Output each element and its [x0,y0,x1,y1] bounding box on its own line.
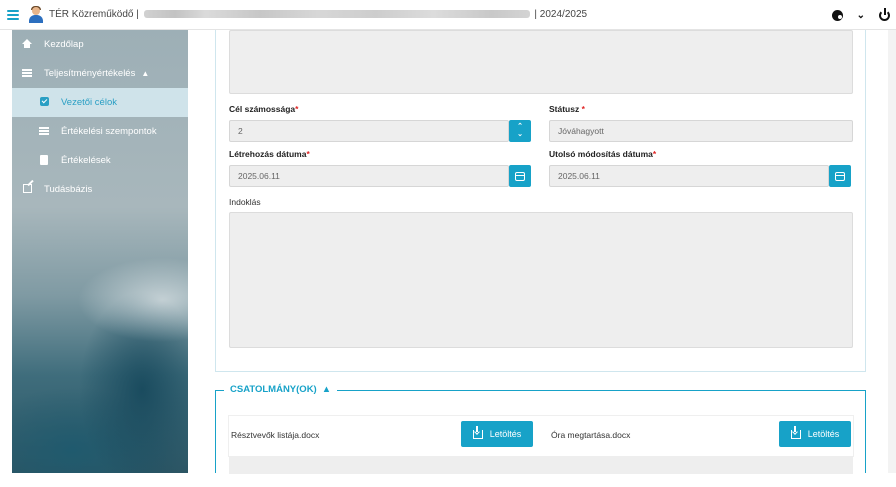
sidebar-item-label: Értékelési szempontok [61,126,157,137]
top-bar: TÉR Közreműködő | | 2024/2025 ⌄ [0,0,896,30]
user-avatar-icon [29,5,43,23]
modified-date-label: Utolsó módosítás dátuma* [549,149,657,159]
modified-date-calendar-button[interactable] [829,165,851,187]
sidebar-item-label: Értékelések [61,155,111,166]
school-year: | 2024/2025 [534,9,588,20]
theme-palette-icon[interactable] [831,9,843,21]
chevron-down-icon[interactable]: ⌄ [857,10,865,21]
calendar-icon [835,171,845,181]
status-field: Jóváhagyott [549,120,853,142]
status-label: Státusz * [549,104,585,114]
reason-textarea[interactable] [229,212,853,348]
sidebar-item-teljesitmenyertekeles[interactable]: Teljesítményértékelés ▲ [12,59,188,88]
sidebar-item-vezetoi-celok[interactable]: Vezetői célok [12,88,188,117]
top-textarea[interactable] [229,30,853,94]
created-date-calendar-button[interactable] [509,165,531,187]
download-icon [472,425,483,439]
sidebar-item-label: Kezdőlap [44,39,84,50]
list-icon [22,68,32,77]
attachments-footer [229,456,853,474]
attachments-legend: CSATOLMÁNY(OK) [230,384,317,395]
app-title: TÉR Közreműködő | | 2024/2025 [49,9,587,20]
goal-count-input[interactable]: 2 [229,120,509,142]
chevron-up-icon: ▲ [321,384,332,395]
edit-icon [22,184,32,193]
list-icon [39,126,49,135]
download-icon [790,425,801,439]
sidebar-item-tudasbazis[interactable]: Tudásbázis [12,175,188,204]
goal-count-stepper[interactable]: ⌃ ⌄ [509,120,531,142]
calendar-icon [515,171,525,181]
created-date-label: Létrehozás dátuma* [229,149,310,159]
chevron-up-icon: ▲ [141,69,150,78]
menu-toggle-icon[interactable] [7,9,19,20]
attachment-file-name: Óra megtartása.docx [551,430,631,440]
goal-count-label: Cél számossága* [229,104,299,114]
sidebar-item-kezdolap[interactable]: Kezdőlap [12,30,188,59]
sidebar-item-label: Vezetői célok [61,97,117,108]
app-title-prefix: TÉR Közreműködő | [49,9,139,20]
sidebar-item-ertekelesek[interactable]: Értékelések [12,146,188,175]
attachments-section: CSATOLMÁNY(OK) ▲ Résztvevők listája.docx… [215,384,866,474]
document-icon [40,154,48,165]
check-square-icon [39,97,49,106]
main-content: Cél számossága* Státusz * 2 ⌃ ⌄ Jóváhagyo… [204,30,874,474]
download-button[interactable]: Letöltés [779,421,851,447]
download-button-label: Letöltés [807,429,840,439]
sidebar-item-label: Tudásbázis [44,184,93,195]
attachments-toggle[interactable]: CSATOLMÁNY(OK) ▲ [224,384,338,395]
attachment-file-name: Résztvevők listája.docx [231,430,320,440]
sidebar-item-label: Teljesítményértékelés [44,68,136,79]
sidebar-item-ertekelesi-szempontok[interactable]: Értékelési szempontok [12,117,188,146]
sidebar: Kezdőlap Teljesítményértékelés ▲ Vezetői… [12,30,188,473]
attachments-row: Résztvevők listája.docx Letöltés Óra meg… [229,416,853,456]
download-button[interactable]: Letöltés [461,421,533,447]
created-date-input[interactable]: 2025.06.11 [229,165,509,187]
reason-label: Indoklás [229,197,261,207]
modified-date-input[interactable]: 2025.06.11 [549,165,829,187]
power-logout-icon[interactable] [879,7,890,21]
home-icon [22,39,32,48]
goal-form-card: Cél számossága* Státusz * 2 ⌃ ⌄ Jóváhagyo… [215,30,866,372]
page-scrollbar[interactable] [888,30,896,473]
download-button-label: Letöltés [489,429,522,439]
chevron-down-icon: ⌄ [517,131,523,138]
chevron-up-icon: ⌃ [517,123,523,130]
redacted-organization-name [143,10,530,19]
